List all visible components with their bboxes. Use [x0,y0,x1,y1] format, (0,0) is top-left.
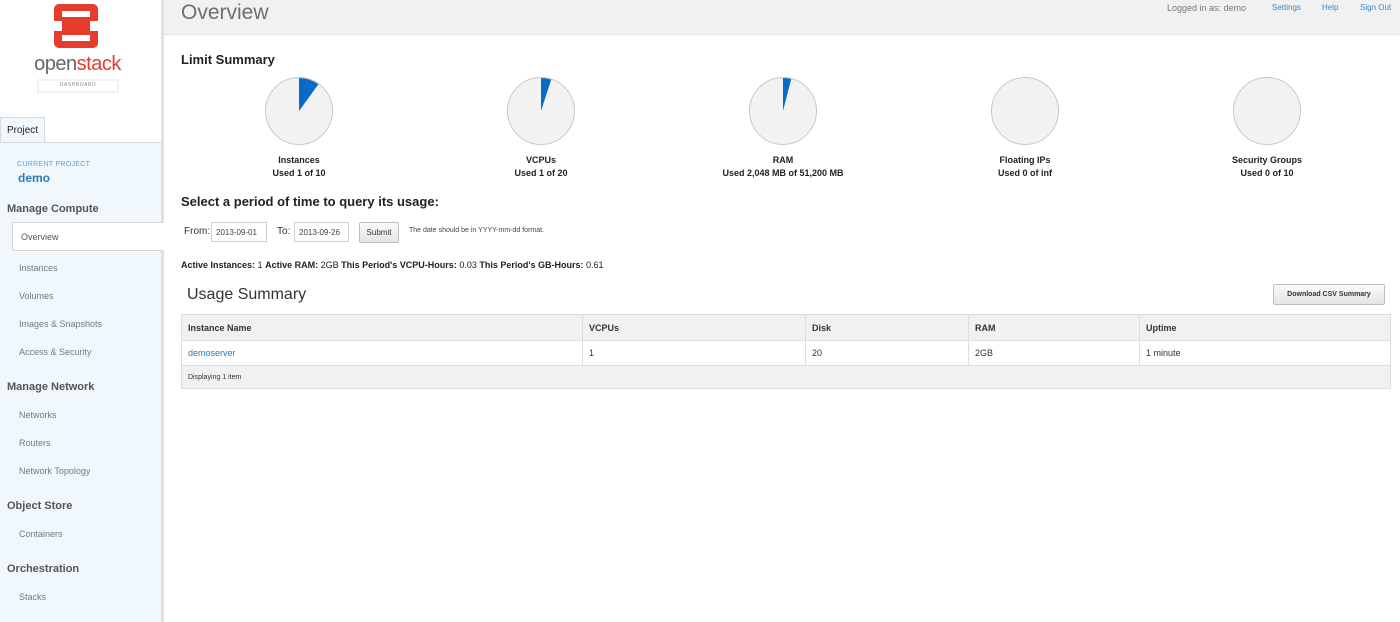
dashboard-tabbar: Project [0,117,161,143]
vcpu-hours-value: 0.03 [459,260,477,270]
limit-summary-title: Limit Summary [181,52,275,67]
pie-label: VCPUs [525,155,556,165]
logged-in-user: Logged in as: demo [1167,3,1247,13]
sidebar-item-label: Overview [21,232,59,242]
sidebar-item-access-security[interactable]: Access & Security [19,347,92,357]
table-header-row: Instance Name VCPUs Disk RAM Uptime [181,314,1391,341]
gb-hours-label: This Period's GB-Hours: [479,260,584,270]
sign-out-link[interactable]: Sign Out [1360,3,1391,12]
cell-uptime: 1 minute [1139,340,1391,366]
column-header-uptime[interactable]: Uptime [1139,314,1391,341]
brand-subtitle: DASHBOARD [59,82,97,88]
query-period-title: Select a period of time to query its usa… [181,194,439,209]
pie-label: RAM [772,155,794,165]
brand-name-suffix: stack [76,53,122,75]
sidebar: openstack DASHBOARD Project CURRENT PROJ… [0,0,164,622]
table-footer-count: Displaying 1 item [181,365,1391,389]
pie-instances: Instances Used 1 of 10 [229,76,369,178]
column-header-vcpus[interactable]: VCPUs [582,314,806,341]
pie-security-groups: Security Groups Used 0 of 10 [1197,76,1337,178]
to-date-input[interactable] [294,222,349,242]
from-label: From: [184,226,211,237]
sidebar-item-containers[interactable]: Containers [19,529,63,539]
sidebar-item-volumes[interactable]: Volumes [19,291,54,301]
pie-used-text: Used 1 of 10 [272,168,326,178]
sidebar-item-images-snapshots[interactable]: Images & Snapshots [19,319,102,329]
cell-disk: 20 [805,340,969,366]
to-label: To: [277,226,291,237]
usage-stats: Active Instances: 1 Active RAM: 2GB This… [181,260,604,270]
pie-used-text: Used 0 of 10 [1240,168,1294,178]
settings-link[interactable]: Settings [1272,3,1301,12]
active-ram-value: 2GB [320,260,339,270]
tab-project[interactable]: Project [0,117,45,142]
pie-floating-ips: Floating IPs Used 0 of inf [955,76,1095,178]
usage-table: Instance Name VCPUs Disk RAM Uptime demo… [181,314,1391,389]
sidebar-item-instances[interactable]: Instances [19,263,58,273]
column-header-instance-name[interactable]: Instance Name [181,314,583,341]
page-header: Overview Logged in as: demo Settings Hel… [164,0,1400,35]
sidebar-item-stacks[interactable]: Stacks [19,592,46,602]
sidebar-item-overview[interactable]: Overview [12,222,164,251]
date-format-hint: The date should be in YYYY-mm-dd format. [409,227,545,234]
pie-chart-icon [749,77,817,145]
page-title: Overview [181,1,269,24]
brand-wordmark: openstack [0,53,155,76]
pie-label: Instances [278,155,320,165]
pie-chart-icon [265,77,333,145]
usage-summary-title: Usage Summary [187,286,307,303]
column-header-ram[interactable]: RAM [968,314,1140,341]
cell-instance-name: demoserver [181,340,583,366]
current-project-name[interactable]: demo [18,171,50,185]
cell-ram: 2GB [968,340,1140,366]
nav-section-object-store: Object Store [7,500,73,512]
help-link[interactable]: Help [1322,3,1338,12]
pie-used-text: Used 0 of inf [997,168,1052,178]
pie-used-text: Used 1 of 20 [514,168,568,178]
table-footer-row: Displaying 1 item [181,365,1391,389]
submit-button[interactable]: Submit [359,222,399,243]
pie-chart-icon [1233,77,1301,145]
sidebar-item-networks[interactable]: Networks [19,410,57,420]
pie-used-text: Used 2,048 MB of 51,200 MB [722,168,844,178]
sidebar-item-routers[interactable]: Routers [19,438,51,448]
pie-vcpus: VCPUs Used 1 of 20 [471,76,611,178]
active-ram-label: Active RAM: [265,260,319,270]
active-instances-value: 1 [257,260,263,270]
from-date-input[interactable] [211,222,267,242]
cell-vcpus: 1 [582,340,806,366]
sidebar-item-network-topology[interactable]: Network Topology [19,466,90,476]
table-row: demoserver 1 20 2GB 1 minute [181,340,1391,366]
instance-link[interactable]: demoserver [188,348,236,358]
nav-section-orchestration: Orchestration [7,563,80,575]
current-project-label: CURRENT PROJECT [17,161,91,168]
nav-section-manage-network: Manage Network [7,381,95,393]
gb-hours-value: 0.61 [586,260,604,270]
pie-ram: RAM Used 2,048 MB of 51,200 MB [713,76,853,178]
vcpu-hours-label: This Period's VCPU-Hours: [341,260,457,270]
pie-label: Security Groups [1231,155,1303,165]
column-header-disk[interactable]: Disk [805,314,969,341]
pie-label: Floating IPs [999,155,1051,165]
brand-area: openstack DASHBOARD [0,0,161,117]
pie-chart-icon [507,77,575,145]
download-csv-button[interactable]: Download CSV Summary [1273,284,1385,305]
nav-section-manage-compute: Manage Compute [7,203,99,215]
active-instances-label: Active Instances: [181,260,256,270]
brand-name-prefix: open [34,53,77,75]
pie-chart-icon [991,77,1059,145]
